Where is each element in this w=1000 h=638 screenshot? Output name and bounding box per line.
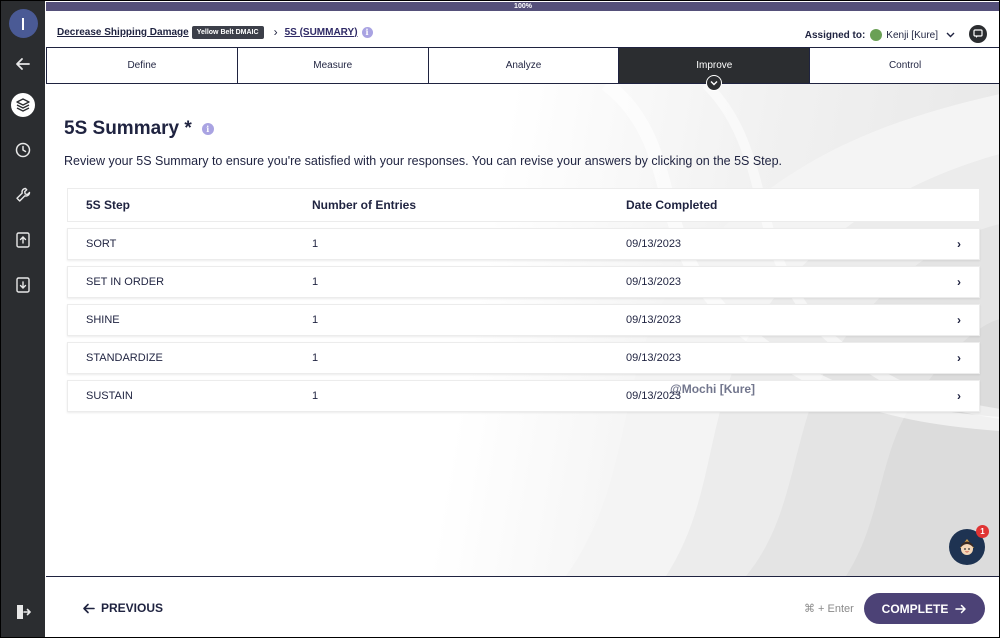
complete-button[interactable]: COMPLETE xyxy=(864,593,985,624)
info-icon[interactable]: i xyxy=(361,26,373,38)
phase-tabs: Define Measure Analyze Improve Control xyxy=(46,47,999,91)
back-arrow-icon[interactable] xyxy=(12,53,34,75)
date-cell: 09/13/2023 xyxy=(626,352,682,364)
header-5s-step: 5S Step xyxy=(86,198,131,212)
header-number-of-entries: Number of Entries xyxy=(312,198,417,212)
tab-define[interactable]: Define xyxy=(46,47,238,84)
step-cell: SORT xyxy=(86,238,117,250)
table-header: 5S Step Number of Entries Date Completed xyxy=(67,188,980,222)
footer: PREVIOUS ⌘ + Enter COMPLETE xyxy=(46,576,999,637)
comment-icon xyxy=(973,29,983,38)
breadcrumb-project-link[interactable]: Decrease Shipping Damage xyxy=(57,27,189,38)
tab-improve[interactable]: Improve xyxy=(618,47,811,91)
sidebar xyxy=(1,1,45,637)
step-cell: SHINE xyxy=(86,314,120,326)
arrow-right-icon xyxy=(955,604,967,613)
belt-badge: Yellow Belt DMAIC xyxy=(191,25,264,39)
complete-label: COMPLETE xyxy=(881,601,949,616)
date-cell: 09/13/2023 xyxy=(626,390,682,402)
breadcrumb-separator: › xyxy=(273,25,278,39)
wrench-icon[interactable] xyxy=(12,184,34,206)
info-icon[interactable]: i xyxy=(201,123,214,135)
table-row[interactable]: SHINE 1 09/13/2023 › xyxy=(67,304,980,336)
user-watermark: @Mochi [Kure] xyxy=(670,382,756,396)
assigned-label: Assigned to: xyxy=(804,29,866,41)
app-window: 100% Decrease Shipping Damage Yellow Bel… xyxy=(0,0,1000,638)
tab-measure[interactable]: Measure xyxy=(236,47,429,84)
chevron-right-icon[interactable]: › xyxy=(939,237,979,251)
step-cell: SET IN ORDER xyxy=(86,276,165,288)
table-row[interactable]: SET IN ORDER 1 09/13/2023 › xyxy=(67,266,980,298)
assigned-user: Kenji [Kure] xyxy=(886,29,938,41)
breadcrumb-current[interactable]: 5S (SUMMARY) xyxy=(285,27,358,38)
chevron-right-icon[interactable]: › xyxy=(939,313,979,327)
chevron-right-icon[interactable]: › xyxy=(939,275,979,289)
entries-cell: 1 xyxy=(312,352,319,364)
previous-label: PREVIOUS xyxy=(101,601,164,615)
page-title: 5S Summary * i xyxy=(64,118,214,140)
progress-bar: 100% xyxy=(46,2,999,11)
logout-icon[interactable] xyxy=(12,601,34,623)
arrow-left-icon xyxy=(83,603,95,613)
page-title-text: 5S Summary * xyxy=(64,118,192,139)
user-avatar xyxy=(870,29,883,41)
tab-control[interactable]: Control xyxy=(809,47,999,84)
step-cell: STANDARDIZE xyxy=(86,352,163,364)
progress-label: 100% xyxy=(514,3,532,10)
date-cell: 09/13/2023 xyxy=(626,238,682,250)
table-row[interactable]: SORT 1 09/13/2023 › xyxy=(67,228,980,260)
entries-cell: 1 xyxy=(312,390,319,402)
tab-improve-label: Improve xyxy=(696,60,733,71)
page-intro: Review your 5S Summary to ensure you're … xyxy=(64,154,783,168)
chevron-right-icon[interactable]: › xyxy=(939,389,979,403)
entries-cell: 1 xyxy=(312,238,319,250)
download-icon[interactable] xyxy=(12,274,34,296)
chevron-right-icon[interactable]: › xyxy=(939,351,979,365)
breadcrumb: Decrease Shipping Damage Yellow Belt DMA… xyxy=(57,24,373,40)
date-cell: 09/13/2023 xyxy=(626,276,682,288)
notification-badge: 1 xyxy=(976,525,989,538)
app-logo[interactable] xyxy=(9,9,38,38)
assistant-avatar-icon xyxy=(960,539,974,555)
table-row[interactable]: SUSTAIN 1 09/13/2023 › xyxy=(67,380,980,412)
entries-cell: 1 xyxy=(312,276,319,288)
date-cell: 09/13/2023 xyxy=(626,314,682,326)
table-row[interactable]: STANDARDIZE 1 09/13/2023 › xyxy=(67,342,980,374)
keyboard-shortcut-hint: ⌘ + Enter xyxy=(804,603,854,615)
summary-table: 5S Step Number of Entries Date Completed… xyxy=(67,188,980,412)
clock-icon[interactable] xyxy=(12,139,34,161)
header-date-completed: Date Completed xyxy=(626,198,718,212)
chevron-down-icon xyxy=(946,30,955,40)
step-cell: SUSTAIN xyxy=(86,390,133,402)
entries-cell: 1 xyxy=(312,314,319,326)
upload-icon[interactable] xyxy=(12,229,34,251)
comment-button[interactable] xyxy=(969,25,987,43)
layers-icon[interactable] xyxy=(11,93,35,117)
tab-analyze[interactable]: Analyze xyxy=(427,47,620,84)
assistant-bubble[interactable]: 1 xyxy=(949,525,989,565)
previous-button[interactable]: PREVIOUS xyxy=(82,601,163,615)
assigned-to-selector[interactable]: Assigned to: Kenji [Kure] xyxy=(805,27,955,43)
